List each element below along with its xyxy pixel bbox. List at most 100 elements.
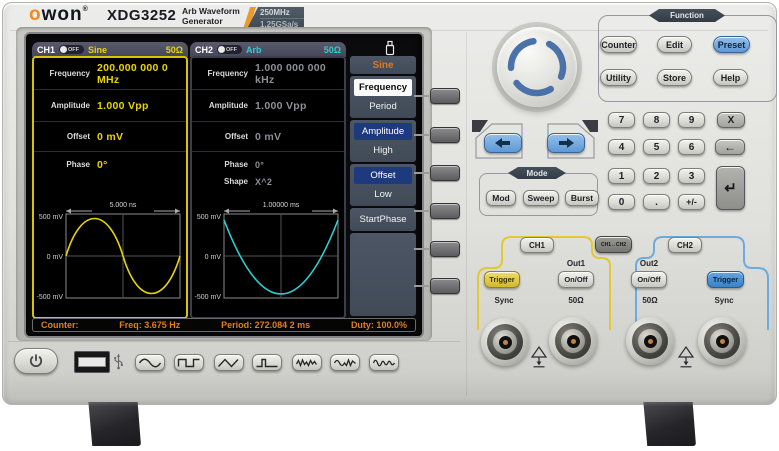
pulse-wave-button[interactable] <box>252 354 282 371</box>
key-7[interactable]: 7 <box>608 112 635 128</box>
device-foot-left <box>88 402 141 446</box>
softkey-tick <box>414 172 429 174</box>
counter-duty: Duty: 100.0% <box>350 320 407 330</box>
ch2-impedance: 50Ω <box>323 44 341 55</box>
ch1-offset-row: Offset 0 mV <box>34 122 186 152</box>
ch2-body: Frequency 1.000 000 000 kHz Amplitude 1.00… <box>190 56 346 319</box>
softkey-tick <box>414 285 429 287</box>
menu-item-frequency: Frequency <box>354 79 412 96</box>
sine-wave-icon <box>138 358 162 367</box>
softkey-1[interactable] <box>430 88 460 104</box>
menu-group-offset: Offset Low <box>350 164 416 206</box>
harmonic-wave-button[interactable] <box>369 354 399 371</box>
toggle-knob-icon <box>218 46 226 53</box>
ch2-offset-row: Offset 0 mV <box>192 122 344 152</box>
key-backspace[interactable]: ← <box>715 139 745 155</box>
left-arrow-button[interactable] <box>484 133 522 153</box>
key-2[interactable]: 2 <box>643 168 670 184</box>
svg-text:500 mV: 500 mV <box>197 214 221 221</box>
edit-button[interactable]: Edit <box>657 36 692 53</box>
right-arrow-button[interactable] <box>547 133 585 153</box>
preset-button[interactable]: Preset <box>713 36 750 53</box>
softkey-6[interactable] <box>430 278 460 294</box>
ch2-trigger-button[interactable]: Trigger <box>707 271 744 288</box>
key-0[interactable]: 0 <box>608 194 635 210</box>
key-5[interactable]: 5 <box>643 139 670 155</box>
sweep-button[interactable]: Sweep <box>523 190 559 206</box>
key-4[interactable]: 4 <box>608 139 635 155</box>
menu-item-high: High <box>373 145 393 156</box>
key-9[interactable]: 9 <box>678 112 705 128</box>
softkey-tick <box>414 210 429 212</box>
menu-item-offset: Offset <box>354 167 412 184</box>
channel-swap-button[interactable]: CH1↔CH2 <box>595 236 632 253</box>
menu-item-low: Low <box>374 189 392 200</box>
ch1-phase-row: Phase 0° <box>66 158 108 171</box>
harmonic-wave-icon <box>372 359 396 366</box>
noise-wave-button[interactable] <box>292 354 322 371</box>
key-6[interactable]: 6 <box>678 139 705 155</box>
softkey-4[interactable] <box>430 203 460 219</box>
arb-wave-icon <box>333 357 356 367</box>
ch2-header: CH2 OFF Arb 50Ω <box>190 42 346 57</box>
ch1-header: CH1 OFF Sine 50Ω <box>32 42 188 57</box>
menu-item-period: Period <box>369 101 397 112</box>
ch2-frequency-row: Frequency 1.000 000 000 kHz <box>192 58 344 90</box>
sync2-label: Sync <box>714 296 734 305</box>
arb-wave-button[interactable] <box>330 354 360 371</box>
main-knob[interactable] <box>497 27 577 107</box>
power-button[interactable] <box>14 348 58 374</box>
svg-text:1.00000 ms: 1.00000 ms <box>263 202 300 209</box>
menu-group-startphase: StartPhase <box>350 208 416 231</box>
power-icon <box>29 354 43 368</box>
out1-onoff-button[interactable]: On/Off <box>558 271 594 288</box>
function-group-title: Function <box>649 9 725 22</box>
out2-bnc-connector <box>626 317 674 365</box>
device-foot-right <box>643 402 696 446</box>
softkey-tick <box>414 95 429 97</box>
ch1-trigger-button[interactable]: Trigger <box>484 271 520 288</box>
softkey-tick <box>414 134 429 136</box>
menu-group-empty <box>350 233 416 316</box>
out2-onoff-button[interactable]: On/Off <box>631 271 667 288</box>
ch1-off-toggle: OFF <box>59 45 85 54</box>
noise-wave-icon <box>295 357 318 367</box>
counter-status-bar: Counter: Freq: 3.675 Hz Period: 272.084 … <box>32 318 416 332</box>
ch1-body: Frequency 200.000 000 0 MHz Amplitude 1.00… <box>32 56 188 319</box>
key-8[interactable]: 8 <box>643 112 670 128</box>
panel-seam <box>466 32 467 396</box>
pulse-wave-icon <box>256 358 278 367</box>
ch1-frequency-row: Frequency 200.000 000 0 MHz <box>34 58 186 90</box>
usb-icon <box>114 353 123 370</box>
usb-port-tongue <box>78 357 106 367</box>
key-dot[interactable]: . <box>643 194 670 210</box>
key-delete[interactable]: X <box>717 112 745 128</box>
square-wave-button[interactable] <box>174 354 204 371</box>
menu-item-startphase: StartPhase <box>359 214 407 225</box>
counter-button[interactable]: Counter <box>600 36 637 53</box>
ch1-amplitude-row: Amplitude 1.000 Vpp <box>34 90 186 122</box>
help-button[interactable]: Help <box>713 69 748 86</box>
ch2-select-button[interactable]: CH2 <box>668 237 702 253</box>
ch1-select-button[interactable]: CH1 <box>520 237 554 253</box>
softkey-2[interactable] <box>430 127 460 143</box>
knob-arc-icon <box>507 37 567 97</box>
key-plusminus[interactable]: +/- <box>678 194 705 210</box>
menu-group-frequency: Frequency Period <box>350 76 416 118</box>
key-3[interactable]: 3 <box>678 168 705 184</box>
softkey-5[interactable] <box>430 241 460 257</box>
softkey-3[interactable] <box>430 165 460 181</box>
key-1[interactable]: 1 <box>608 168 635 184</box>
svg-text:0 mV: 0 mV <box>47 254 64 261</box>
out2-impedance-label: 50Ω <box>642 296 658 305</box>
store-button[interactable]: Store <box>657 69 692 86</box>
sine-wave-button[interactable] <box>135 354 165 371</box>
menu-item-amplitude: Amplitude <box>354 123 412 140</box>
enter-key[interactable]: ↵ <box>716 166 745 210</box>
counter-label: Counter: <box>41 320 79 330</box>
ramp-wave-button[interactable] <box>214 354 244 371</box>
mod-button[interactable]: Mod <box>486 190 516 206</box>
svg-text:-500 mV: -500 mV <box>37 294 64 301</box>
burst-button[interactable]: Burst <box>565 190 599 206</box>
utility-button[interactable]: Utility <box>600 69 637 86</box>
